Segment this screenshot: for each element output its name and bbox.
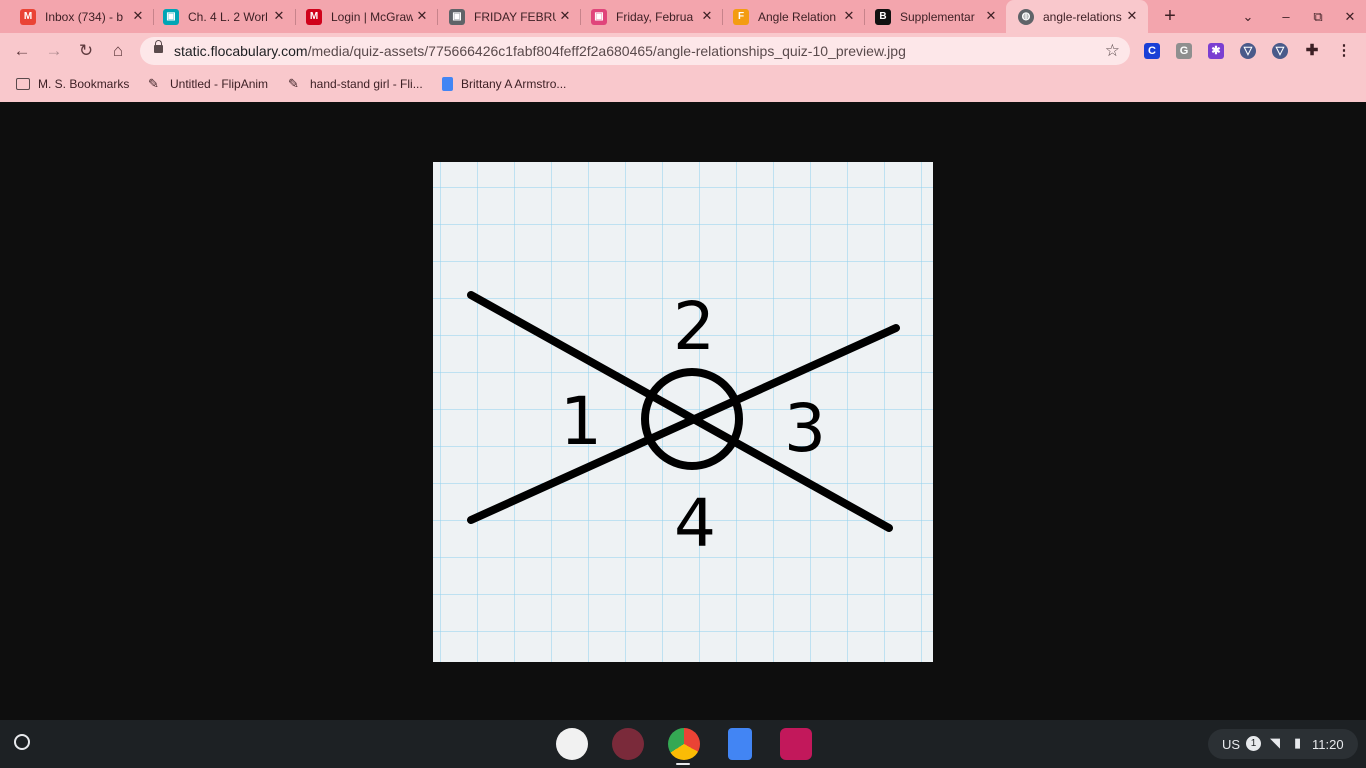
back-arrow-icon[interactable]: ← — [12, 41, 32, 61]
angle-figure: 2 1 3 4 — [433, 162, 933, 662]
bookmark-item[interactable]: ✎ hand-stand girl - Fli... — [288, 73, 423, 95]
bold-b-icon: B — [875, 8, 891, 25]
mcgraw-icon: M — [306, 8, 322, 25]
tab-separator — [437, 9, 438, 25]
url-path: /media/quiz-assets/775666426c1fabf804fef… — [307, 43, 906, 59]
classroom-icon: ▣ — [449, 8, 465, 25]
extension-shield-icon[interactable]: ▽ — [1272, 43, 1288, 59]
running-indicator — [676, 763, 690, 765]
folder-icon — [16, 78, 30, 90]
tab-separator — [580, 9, 581, 25]
tab-separator — [295, 9, 296, 25]
close-icon[interactable]: ✕ — [699, 8, 715, 24]
pencil-icon: ✎ — [148, 76, 159, 91]
tab-title: Supplementar — [900, 9, 975, 24]
tab-separator — [864, 9, 865, 25]
minimize-icon[interactable]: – — [1277, 8, 1295, 26]
globe-icon: ◍ — [1018, 8, 1034, 25]
address-bar[interactable]: static.flocabulary.com/media/quiz-assets… — [140, 37, 1130, 65]
clock: 11:20 — [1312, 737, 1344, 752]
wifi-icon: ◥ — [1270, 735, 1280, 750]
status-tray[interactable]: US 1 ◥ ▮ 11:20 — [1208, 729, 1358, 759]
tab-title: FRIDAY FEBRU — [474, 9, 556, 24]
bookmark-label: Untitled - FlipAnim — [170, 77, 269, 91]
classroom-icon: ▣ — [591, 8, 607, 25]
close-icon[interactable]: ✕ — [983, 8, 999, 24]
browser-chrome: M Inbox (734) - b ✕ ▣ Ch. 4 L. 2 Worl ✕ … — [0, 0, 1366, 102]
docs-app-icon[interactable] — [728, 728, 752, 760]
chrome-app-icon[interactable] — [668, 728, 700, 760]
tab-friday-feb[interactable]: ▣ FRIDAY FEBRU ✕ — [449, 4, 573, 29]
tab-title: Ch. 4 L. 2 Worl — [188, 9, 268, 24]
docs-icon — [442, 77, 453, 91]
new-tab-plus-icon[interactable]: + — [1160, 6, 1180, 26]
tab-search-icon[interactable]: ⌄ — [1239, 8, 1257, 26]
bookmark-label: hand-stand girl - Fli... — [310, 77, 423, 91]
reload-icon[interactable]: ↻ — [76, 41, 96, 61]
classroom-icon: ▣ — [163, 8, 179, 25]
tab-inbox[interactable]: M Inbox (734) - b ✕ — [20, 4, 146, 29]
close-icon[interactable]: ✕ — [130, 8, 146, 24]
quiz-image: 2 1 3 4 — [433, 162, 933, 662]
angle-label-1: 1 — [560, 383, 602, 460]
home-icon[interactable]: ⌂ — [108, 41, 128, 61]
bookmarks-bar: M. S. Bookmarks ✎ Untitled - FlipAnim ✎ … — [0, 73, 1366, 95]
keyboard-layout: US — [1222, 737, 1241, 752]
bookmark-star-icon[interactable]: ☆ — [1105, 41, 1120, 61]
classroom-app-icon[interactable] — [556, 728, 588, 760]
tab-title: angle-relations — [1043, 9, 1122, 24]
angle-label-2: 2 — [673, 288, 715, 365]
restore-icon[interactable]: ⧉ — [1309, 8, 1327, 26]
tab-angle-relationships[interactable]: F Angle Relation ✕ — [733, 4, 857, 29]
extension-g-icon[interactable]: G — [1176, 43, 1192, 59]
notification-count: 1 — [1246, 736, 1261, 751]
tab-title: Friday, Februa — [616, 9, 694, 24]
close-icon[interactable]: ✕ — [557, 8, 573, 24]
tab-mcgraw-login[interactable]: M Login | McGraw ✕ — [306, 4, 430, 29]
tab-title: Login | McGraw — [331, 9, 413, 24]
extension-puzzle-icon[interactable]: ✱ — [1208, 43, 1224, 59]
close-icon[interactable]: ✕ — [1124, 8, 1140, 24]
bookmark-label: Brittany A Armstro... — [461, 77, 567, 91]
angle-label-4: 4 — [674, 485, 716, 562]
battery-icon: ▮ — [1294, 735, 1302, 750]
tab-worksheet[interactable]: ▣ Ch. 4 L. 2 Worl ✕ — [163, 4, 287, 29]
tab-angle-relations-active[interactable]: ◍ angle-relations ✕ — [1006, 0, 1148, 33]
tab-separator — [153, 9, 154, 25]
tab-separator — [722, 9, 723, 25]
extension-shield-icon[interactable]: ▽ — [1240, 43, 1256, 59]
close-icon[interactable]: ✕ — [414, 8, 430, 24]
kebab-menu-icon[interactable]: ⋮ — [1336, 43, 1352, 59]
extensions-puzzle-icon[interactable]: ✚ — [1304, 43, 1320, 59]
window-close-icon[interactable]: ✕ — [1341, 8, 1359, 26]
tab-friday-february[interactable]: ▣ Friday, Februa ✕ — [591, 4, 715, 29]
close-icon[interactable]: ✕ — [271, 8, 287, 24]
tab-title: Inbox (734) - b — [45, 9, 124, 24]
bookmark-item[interactable]: Brittany A Armstro... — [442, 73, 566, 95]
close-icon[interactable]: ✕ — [841, 8, 857, 24]
tab-supplementary[interactable]: B Supplementar ✕ — [875, 4, 999, 29]
forward-arrow-icon[interactable]: → — [44, 41, 64, 61]
extension-c-icon[interactable]: C — [1144, 43, 1160, 59]
url-text[interactable]: static.flocabulary.com/media/quiz-assets… — [174, 43, 906, 59]
app-icon[interactable] — [780, 728, 812, 760]
flocabulary-icon: F — [733, 8, 749, 25]
bookmark-folder[interactable]: M. S. Bookmarks — [16, 73, 129, 95]
launcher-icon[interactable] — [14, 734, 30, 750]
angle-label-3: 3 — [784, 390, 826, 467]
gmail-icon: M — [20, 8, 36, 25]
app-icon[interactable] — [612, 728, 644, 760]
tab-title: Angle Relation — [758, 9, 837, 24]
url-host: static.flocabulary.com — [174, 43, 308, 59]
bookmark-item[interactable]: ✎ Untitled - FlipAnim — [148, 73, 268, 95]
pencil-icon: ✎ — [288, 76, 299, 91]
lock-icon[interactable] — [154, 40, 163, 53]
bookmark-label: M. S. Bookmarks — [38, 77, 130, 91]
